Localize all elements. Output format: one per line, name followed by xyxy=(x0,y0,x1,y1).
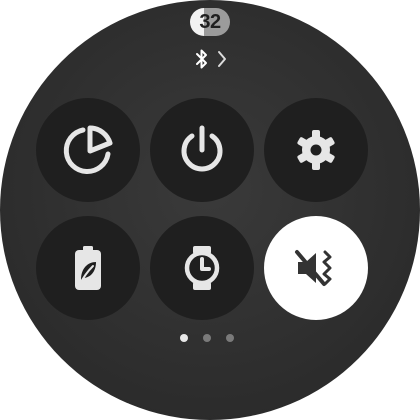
data-usage-tile[interactable] xyxy=(36,98,140,202)
watch-only-tile[interactable] xyxy=(150,216,254,320)
page-dot-2[interactable] xyxy=(203,334,211,342)
power-saving-tile[interactable] xyxy=(36,216,140,320)
power-icon xyxy=(181,125,223,172)
settings-tile[interactable] xyxy=(264,98,368,202)
battery-percent: 32 xyxy=(199,10,221,33)
chevron-right-icon xyxy=(218,51,226,67)
sound-mute-vibrate-icon xyxy=(295,250,332,286)
sound-mode-tile[interactable] xyxy=(264,216,368,320)
data-usage-icon xyxy=(63,125,113,175)
watch-only-mode-icon xyxy=(184,246,220,290)
power-saving-battery-leaf-icon xyxy=(75,246,101,290)
settings-gear-icon xyxy=(297,130,335,170)
power-tile[interactable] xyxy=(150,98,254,202)
page-indicator xyxy=(180,332,240,344)
page-dot-3[interactable] xyxy=(226,334,234,342)
page-dot-1[interactable] xyxy=(180,334,188,342)
bluetooth-status-row[interactable] xyxy=(194,46,244,72)
battery-badge: 32 xyxy=(190,8,230,36)
quick-panel: 32 xyxy=(0,0,420,420)
bluetooth-icon xyxy=(196,49,207,69)
